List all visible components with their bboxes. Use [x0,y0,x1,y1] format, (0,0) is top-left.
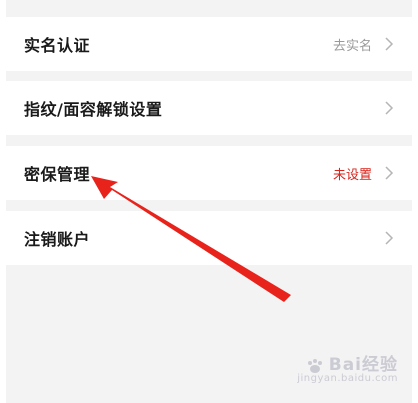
chevron-right-icon [385,37,394,51]
row-label: 注销账户 [24,230,91,249]
watermark-brand: Bai经验 [328,355,398,375]
row-label: 指纹/面容解锁设置 [24,100,163,119]
settings-row-real-name[interactable]: 实名认证 去实名 [6,17,412,71]
row-status-value: 未设置 [332,167,372,183]
settings-row-security-question[interactable]: 密保管理 未设置 [6,146,412,200]
watermark-site: jingyan.baidu.com [297,373,398,384]
settings-row-cancel-account[interactable]: 注销账户 [6,211,412,265]
chevron-right-icon [385,231,394,245]
settings-row-fingerprint-face-unlock[interactable]: 指纹/面容解锁设置 [6,81,412,135]
settings-screen: 实名认证 去实名 指纹/面容解锁设置 密保管理 未设置 注销账户 [6,0,412,403]
row-label: 密保管理 [24,165,91,184]
baidu-paw-icon [307,358,322,373]
chevron-right-icon [385,101,394,115]
watermark: Bai经验 jingyan.baidu.com [297,350,398,384]
row-label: 实名认证 [24,36,91,55]
chevron-right-icon [385,166,394,180]
row-status-value: 去实名 [332,38,372,54]
